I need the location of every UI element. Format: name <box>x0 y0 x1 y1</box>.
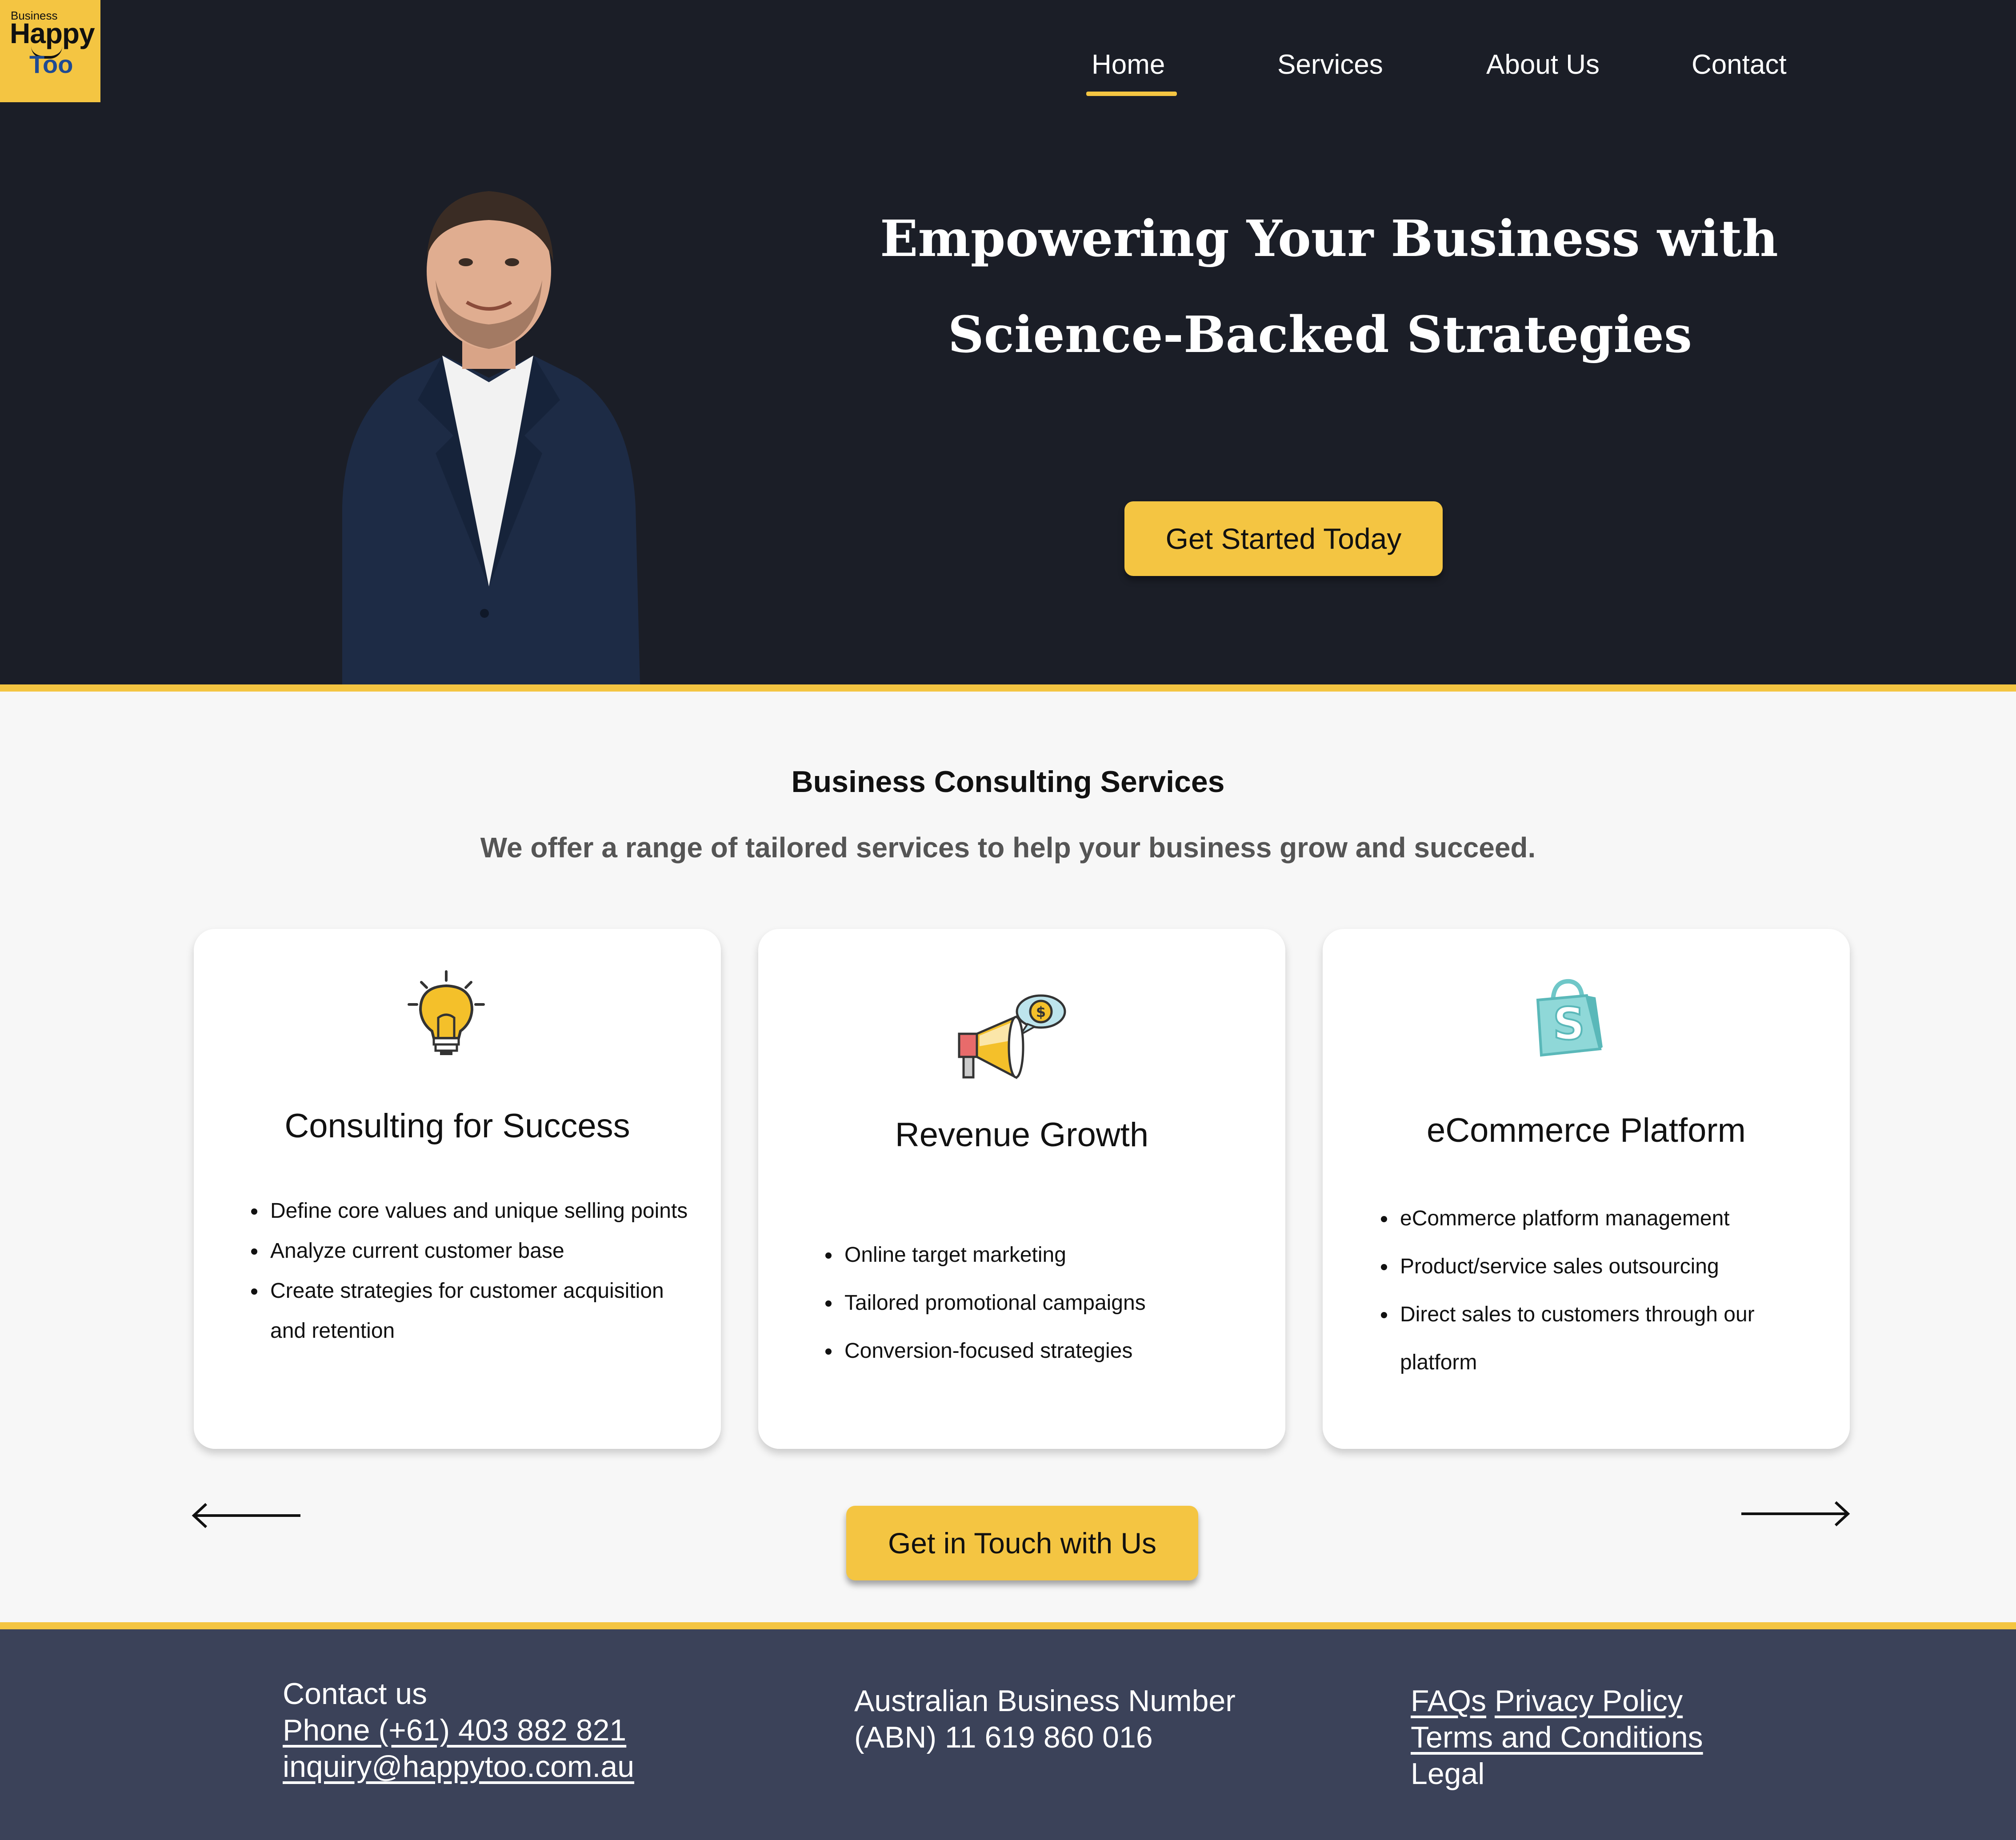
svg-text:$: $ <box>1036 1004 1046 1020</box>
divider-bottom <box>0 1622 2016 1629</box>
service-card-ecommerce[interactable]: S eCommerce Platform eCommerce platform … <box>1323 929 1850 1449</box>
footer-privacy-link[interactable]: Privacy Policy <box>1495 1684 1683 1718</box>
footer-abn: Australian Business Number (ABN) 11 619 … <box>854 1683 1236 1756</box>
nav-active-indicator <box>1086 92 1177 96</box>
hero-title-line1: Empowering Your Business with <box>880 210 1778 268</box>
services-title: Business Consulting Services <box>791 765 1225 799</box>
lightbulb-icon <box>408 970 485 1055</box>
logo-happy-text: Happy <box>10 17 95 49</box>
logo[interactable]: Business Happy Too <box>0 0 100 102</box>
list-item: Conversion-focused strategies <box>841 1327 1268 1375</box>
service-card-revenue[interactable]: $ Revenue Growth Online target marketing… <box>758 929 1285 1449</box>
list-item: Tailored promotional campaigns <box>841 1279 1268 1327</box>
get-in-touch-button[interactable]: Get in Touch with Us <box>846 1506 1198 1580</box>
hero-title-line2: Science-Backed Strategies <box>948 306 1692 364</box>
list-item: Analyze current customer base <box>267 1231 693 1271</box>
footer-contact-heading: Contact us <box>283 1677 428 1711</box>
footer-phone-link[interactable]: Phone (+61) 403 882 821 <box>283 1713 626 1747</box>
card-title-consulting: Consulting for Success <box>284 1107 630 1145</box>
card-title-revenue: Revenue Growth <box>895 1116 1149 1154</box>
nav-about-us[interactable]: About Us <box>1486 49 1600 80</box>
carousel-next-arrow-icon[interactable] <box>1740 1498 1851 1533</box>
divider-top <box>0 684 2016 692</box>
get-started-button[interactable]: Get Started Today <box>1124 501 1443 576</box>
list-item: Define core values and unique selling po… <box>267 1191 693 1231</box>
list-item: Direct sales to customers through our pl… <box>1396 1291 1823 1387</box>
hero-title: Empowering Your Business with Science-Ba… <box>880 191 1778 383</box>
list-item: Online target marketing <box>841 1231 1268 1279</box>
businessman-portrait <box>342 191 640 684</box>
footer-abn-line1: Australian Business Number <box>854 1684 1236 1718</box>
card-title-ecommerce: eCommerce Platform <box>1427 1112 1746 1149</box>
card-list-revenue: Online target marketing Tailored promoti… <box>820 1231 1268 1375</box>
footer: Contact us Phone (+61) 403 882 821 inqui… <box>0 1629 2016 1840</box>
footer-faqs-link[interactable]: FAQs <box>1411 1684 1486 1718</box>
service-card-consulting[interactable]: Consulting for Success Define core value… <box>194 929 721 1449</box>
footer-abn-line2: (ABN) 11 619 860 016 <box>854 1720 1153 1754</box>
footer-legal-label: Legal <box>1411 1757 1485 1791</box>
list-item: Create strategies for customer acquisiti… <box>267 1271 693 1351</box>
carousel-prev-arrow-icon[interactable] <box>191 1498 302 1533</box>
services-subtitle: We offer a range of tailored services to… <box>480 832 1536 864</box>
footer-links: FAQs Privacy Policy Terms and Conditions… <box>1411 1683 1703 1792</box>
nav-contact[interactable]: Contact <box>1692 49 1787 80</box>
footer-terms-link[interactable]: Terms and Conditions <box>1411 1720 1703 1754</box>
card-list-ecommerce: eCommerce platform management Product/se… <box>1376 1195 1823 1387</box>
svg-text:S: S <box>1553 998 1585 1050</box>
logo-too-text: Too <box>29 50 73 78</box>
footer-email-link[interactable]: inquiry@happytoo.com.au <box>283 1750 634 1784</box>
nav-home[interactable]: Home <box>1092 49 1165 80</box>
hero-section: Business Happy Too Home Services About U… <box>0 0 2016 684</box>
footer-contact: Contact us Phone (+61) 403 882 821 inqui… <box>283 1676 634 1785</box>
card-list-consulting: Define core values and unique selling po… <box>246 1191 693 1351</box>
nav-services[interactable]: Services <box>1277 49 1383 80</box>
list-item: eCommerce platform management <box>1396 1195 1823 1243</box>
megaphone-icon: $ <box>958 994 1066 1080</box>
shopping-bag-icon: S <box>1536 979 1603 1057</box>
list-item: Product/service sales outsourcing <box>1396 1243 1823 1291</box>
